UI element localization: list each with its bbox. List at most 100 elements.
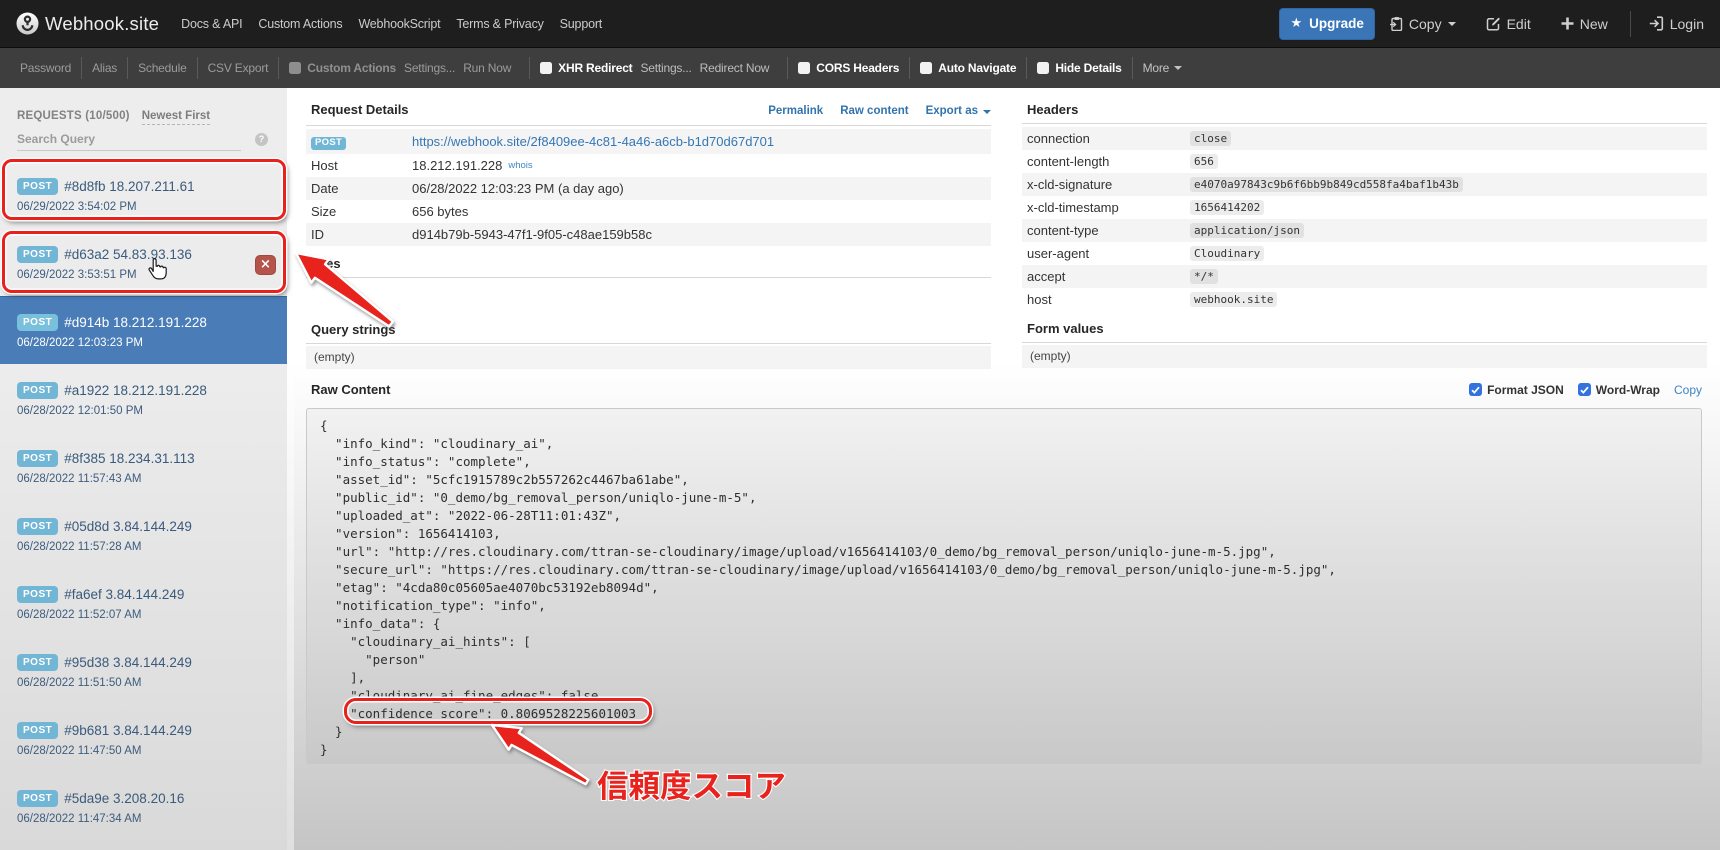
code-line: "info_data": { [320,616,441,631]
raw-content-link[interactable]: Raw content [840,104,908,119]
navbar-link[interactable]: WebhookScript [350,17,448,31]
form-values-empty: (empty) [1022,345,1707,368]
navbar-link[interactable]: Support [552,17,610,31]
request-timestamp: 06/28/2022 11:57:43 AM [17,473,142,485]
form-values-title: Form values [1027,321,1104,336]
delete-request-button[interactable]: × [255,255,276,275]
export-as-dropdown[interactable]: Export as [926,104,991,119]
cors-headers-checkbox[interactable] [798,62,811,74]
hide-details-checkbox[interactable] [1037,62,1050,74]
header-value: */* [1190,269,1218,284]
headers-section-header: Headers [1022,102,1707,124]
table-row: Date 06/28/2022 12:03:23 PM (a day ago) [306,177,991,200]
request-id-link[interactable]: #8d8fb 18.207.211.61 [64,179,194,194]
request-list-item[interactable]: POST #05d8d 3.84.144.249 06/28/2022 11:5… [0,500,287,568]
header-value: 1656414202 [1190,200,1265,215]
request-id-link[interactable]: #05d8d 3.84.144.249 [64,519,192,534]
request-list-item[interactable]: POST #d914b 18.212.191.228 06/28/2022 12… [0,296,287,364]
request-id-link[interactable]: #fa6ef 3.84.144.249 [64,587,184,602]
copy-menu-button[interactable]: Copy [1389,16,1456,32]
header-value: e4070a97843c9b6f6bb9b849cd558fa4baf1b43b [1190,177,1463,192]
code-line: "uploaded_at": "2022-06-28T11:01:43Z", [320,508,622,523]
code-line: } [320,724,343,739]
toolbar-separator [529,57,531,79]
request-id-link[interactable]: #d914b 18.212.191.228 [64,315,207,330]
cors-headers-label: CORS Headers [816,61,900,75]
format-json-checkbox[interactable] [1469,383,1483,396]
request-list-item[interactable]: POST #9b681 3.84.144.249 06/28/2022 11:4… [0,704,287,772]
table-row: host webhook.site [1022,288,1707,311]
more-menu[interactable]: More [1143,61,1183,75]
brand[interactable]: Webhook.site [16,12,159,35]
word-wrap-checkbox[interactable] [1577,383,1591,396]
whois-link[interactable]: whois [508,160,532,171]
new-button[interactable]: New [1561,16,1608,32]
code-line: "public_id": "0_demo/bg_removal_person/u… [320,490,757,505]
toolbar-alias[interactable]: Alias [92,61,117,75]
code-line: "secure_url": "https://res.cloudinary.co… [320,562,1336,577]
header-value: webhook.site [1190,292,1278,307]
request-id-link[interactable]: #9b681 3.84.144.249 [64,723,192,738]
xhr-redirect-checkbox[interactable] [540,62,553,74]
custom-actions-settings[interactable]: Settings... [404,61,455,75]
request-list-item[interactable]: POST #d63a2 54.83.93.136 06/29/2022 3:53… [0,228,287,296]
header-value: Cloudinary [1190,246,1265,261]
table-row: accept */* [1022,265,1707,288]
permalink-link[interactable]: Permalink [768,104,823,119]
request-id-link[interactable]: #95d38 3.84.144.249 [64,655,192,670]
requests-sidebar: REQUESTS (10/500) Newest First ? POST #8… [0,88,287,850]
method-badge: POST [17,790,59,807]
sort-order-toggle[interactable]: Newest First [141,110,211,125]
navbar-link[interactable]: Terms & Privacy [448,17,551,31]
query-strings-section-header: Query strings [306,322,991,344]
brand-title: Webhook.site [45,12,160,34]
copy-raw-content-link[interactable]: Copy [1674,383,1702,397]
custom-actions-label: Custom Actions [307,61,397,75]
request-timestamp: 06/28/2022 12:03:23 PM [17,337,143,349]
search-input[interactable] [17,131,241,151]
id-value: d914b79b-5943-47f1-9f05-c48ae159b58c [412,227,652,242]
custom-actions-checkbox[interactable] [289,62,302,74]
request-id-link[interactable]: #d63a2 54.83.93.136 [64,247,192,262]
login-button[interactable]: Login [1649,16,1704,32]
requests-count-heading: REQUESTS (10/500) [17,110,130,122]
xhr-redirect-label: XHR Redirect [558,61,633,75]
request-list-item[interactable]: POST #a1922 18.212.191.228 06/28/2022 12… [0,364,287,432]
toolbar-separator [127,57,129,79]
toolbar-separator [278,57,280,79]
xhr-redirect-now[interactable]: Redirect Now [700,61,770,75]
request-id-link[interactable]: #8f385 18.234.31.113 [64,451,194,466]
toolbar-password[interactable]: Password [20,61,71,75]
toolbar-csv-export[interactable]: CSV Export [208,61,269,75]
request-id-link[interactable]: #a1922 18.212.191.228 [64,383,207,398]
toolbar-schedule[interactable]: Schedule [138,61,187,75]
table-row: x-cld-timestamp 1656414202 [1022,196,1707,219]
custom-actions-run-now[interactable]: Run Now [463,61,511,75]
auto-navigate-checkbox[interactable] [920,62,933,74]
upgrade-button[interactable]: ★ Upgrade [1279,7,1375,40]
request-timestamp: 06/29/2022 3:53:51 PM [17,269,137,281]
header-value: close [1190,131,1232,146]
method-badge: POST [17,314,59,331]
navbar-link[interactable]: Custom Actions [250,17,350,31]
xhr-redirect-settings[interactable]: Settings... [640,61,691,75]
raw-content-code-block: { "info_kind": "cloudinary_ai", "info_st… [306,408,1702,764]
request-list-item[interactable]: POST #95d38 3.84.144.249 06/28/2022 11:5… [0,636,287,704]
request-id-link[interactable]: #5da9e 3.208.20.16 [64,791,184,806]
toolbar-separator [1026,57,1028,79]
request-url-link[interactable]: https://webhook.site/2f8409ee-4c81-4a46-… [412,134,774,149]
code-line: "asset_id": "5cfc1915789c2b557262c4467ba… [320,472,689,487]
date-label: Date [311,181,339,196]
request-list-item[interactable]: POST #fa6ef 3.84.144.249 06/28/2022 11:5… [0,568,287,636]
search-help-icon[interactable]: ? [255,133,268,146]
edit-button[interactable]: Edit [1486,16,1531,32]
request-list-item[interactable]: POST #8d8fb 18.207.211.61 06/29/2022 3:5… [0,160,287,228]
navbar-link[interactable]: Docs & API [173,17,250,31]
method-badge: POST [17,518,59,535]
request-details-table: POST https://webhook.site/2f8409ee-4c81-… [306,129,991,246]
request-list-item[interactable]: POST #8f385 18.234.31.113 06/28/2022 11:… [0,432,287,500]
table-row: POST https://webhook.site/2f8409ee-4c81-… [306,129,991,154]
code-line: "url": "http://res.cloudinary.com/ttran-… [320,544,1276,559]
size-label: Size [311,204,337,219]
request-list-item[interactable]: POST #5da9e 3.208.20.16 06/28/2022 11:47… [0,772,287,840]
